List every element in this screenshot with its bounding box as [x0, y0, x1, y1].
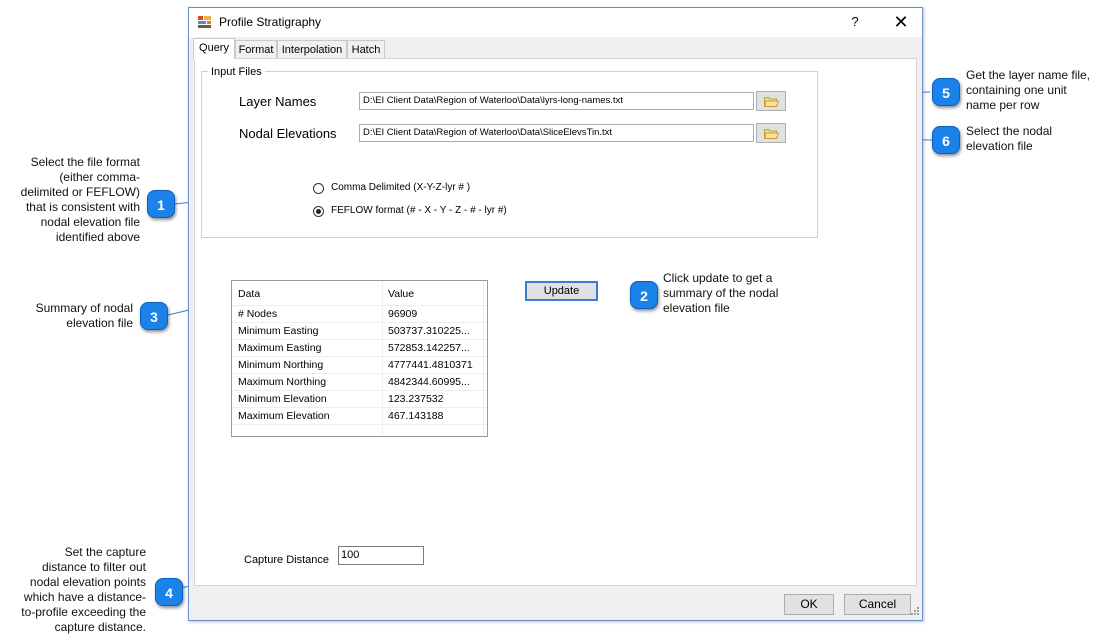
table-row-label: Maximum Easting	[238, 342, 322, 354]
callout-badge-3: 3	[140, 302, 168, 330]
cancel-button[interactable]: Cancel	[844, 594, 911, 615]
comma-delimited-label: Comma Delimited (X-Y-Z-lyr # )	[331, 182, 471, 193]
callout-badge-2: 2	[630, 281, 658, 309]
callout-badge-4: 4	[155, 578, 183, 606]
tab-format[interactable]: Format	[235, 40, 277, 58]
callout-text-3: Summary of nodal elevation file	[35, 301, 133, 330]
table-row-value: 4777441.4810371	[388, 359, 473, 371]
help-icon[interactable]: ?	[841, 11, 869, 33]
table-row-label: Maximum Northing	[238, 376, 327, 388]
feflow-format-radio[interactable]	[313, 206, 324, 217]
table-row-label: Minimum Easting	[238, 325, 319, 337]
nodal-elevations-browse-button[interactable]	[756, 123, 786, 143]
capture-distance-label: Capture Distance	[244, 554, 329, 566]
tab-hatch[interactable]: Hatch	[347, 40, 385, 58]
app-icon	[198, 16, 211, 28]
folder-open-icon	[764, 97, 779, 107]
ok-button[interactable]: OK	[784, 594, 834, 615]
table-row-value: 123.237532	[388, 393, 444, 405]
header-value: Value	[388, 288, 415, 300]
callout-badge-6: 6	[932, 126, 960, 154]
table-row-value: 503737.310225...	[388, 325, 470, 337]
table-row-value: 4842344.60995...	[388, 376, 470, 388]
callout-text-1: Select the file format (either comma-deli…	[20, 155, 140, 244]
nodal-elevations-path-field[interactable]: D:\EI Client Data\Region of Waterloo\Dat…	[359, 124, 754, 142]
tab-interpolation[interactable]: Interpolation	[277, 40, 347, 58]
table-row-value: 467.143188	[388, 410, 444, 422]
folder-open-icon	[764, 129, 779, 139]
update-button[interactable]: Update	[525, 281, 598, 301]
nodal-elevations-label: Nodal Elevations	[239, 126, 337, 141]
callout-badge-5: 5	[932, 78, 960, 106]
comma-delimited-radio[interactable]	[313, 183, 324, 194]
callout-text-2: Click update to get a summary of the noda…	[663, 271, 779, 315]
table-row-label: Minimum Elevation	[238, 393, 327, 405]
table-row-label: # Nodes	[238, 308, 278, 320]
layer-names-browse-button[interactable]	[756, 91, 786, 111]
header-data: Data	[238, 288, 261, 300]
table-row-value: 572853.142257...	[388, 342, 470, 354]
window-title: Profile Stratigraphy	[219, 15, 322, 29]
callout-badge-1: 1	[147, 190, 175, 218]
layer-names-label: Layer Names	[239, 94, 317, 109]
summary-table[interactable]: Data Value # Nodes 96909 Minimum Easting…	[231, 280, 488, 437]
title-bar[interactable]: Profile Stratigraphy ? ✕	[189, 8, 922, 37]
close-icon[interactable]: ✕	[884, 11, 918, 33]
layer-names-path-field[interactable]: D:\EI Client Data\Region of Waterloo\Dat…	[359, 92, 754, 110]
table-row-value: 96909	[388, 308, 418, 320]
table-row-label: Minimum Northing	[238, 359, 324, 371]
tab-query[interactable]: Query	[193, 38, 235, 59]
callout-text-6: Select the nodal elevation file	[966, 124, 1053, 153]
resize-grip-icon[interactable]	[908, 606, 920, 618]
capture-distance-input[interactable]: 100	[338, 546, 424, 565]
callout-text-5: Get the layer name file, containing one u…	[966, 68, 1091, 112]
feflow-format-label: FEFLOW format (# - X - Y - Z - # - lyr #…	[331, 205, 507, 216]
table-row-label: Maximum Elevation	[238, 410, 330, 422]
callout-text-4: Set the capture distance to filter out nod…	[21, 545, 146, 634]
input-files-legend: Input Files	[208, 66, 265, 78]
